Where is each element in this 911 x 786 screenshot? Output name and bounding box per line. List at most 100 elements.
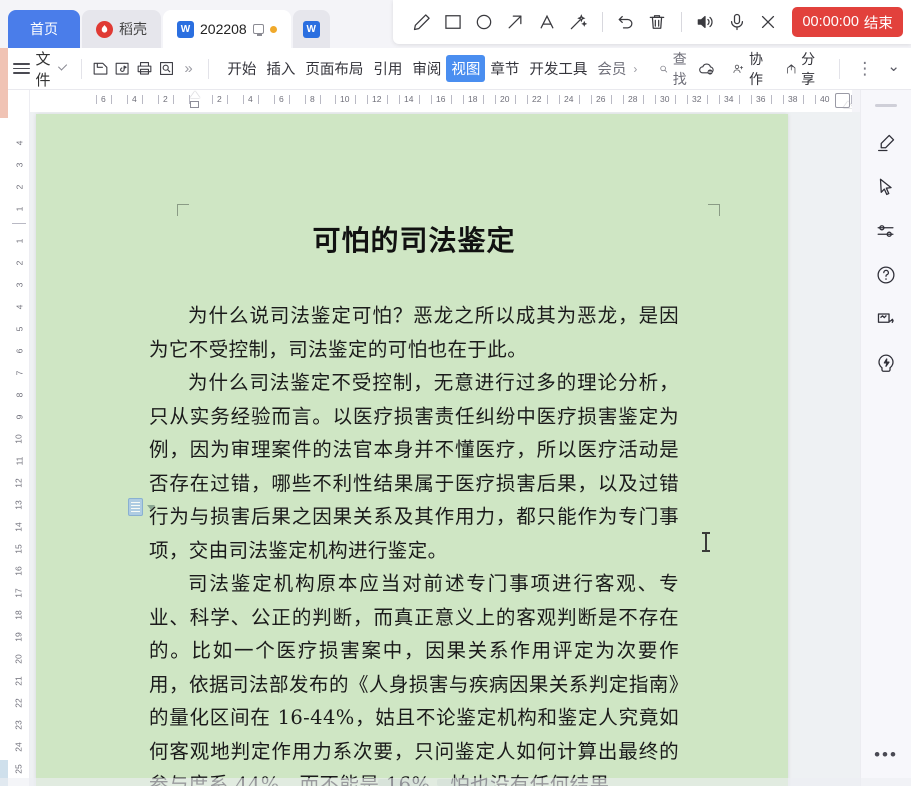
ribbon-tab-start[interactable]: 开始 <box>222 55 261 82</box>
document-paragraph-2: 为什么司法鉴定不受控制，无意进行过多的理论分析，只从实务经验而言。以医疗损害责任… <box>149 371 679 562</box>
tab-home-label: 首页 <box>30 21 58 37</box>
unsaved-dot-icon <box>269 25 277 33</box>
ribbon-tab-insert[interactable]: 插入 <box>261 55 300 82</box>
desktop-taskbar <box>0 778 911 786</box>
more-dots-icon[interactable]: ••• <box>866 738 906 772</box>
ruler-ticks: 6 4 2 2 4 6 8 10 12 14 16 18 20 22 24 26… <box>22 90 852 112</box>
ribbon-tab-member[interactable]: 会员 <box>592 55 631 82</box>
ribbon-tab-developer[interactable]: 开发工具 <box>524 55 592 82</box>
recording-stop-label: 结束 <box>863 15 893 32</box>
monitor-icon <box>252 24 264 36</box>
save-icon[interactable] <box>90 54 112 84</box>
ellipse-icon[interactable] <box>470 5 499 39</box>
arrow-icon[interactable] <box>501 5 530 39</box>
tab-document-label: 202208 <box>200 21 247 37</box>
help-icon[interactable] <box>866 255 906 295</box>
sliders-icon[interactable] <box>866 211 906 251</box>
paste-document-icon <box>128 498 143 516</box>
first-line-indent-marker[interactable] <box>190 91 200 98</box>
taskbar-item[interactable] <box>437 779 495 786</box>
ribbon-tab-layout[interactable]: 页面布局 <box>300 55 368 82</box>
collaborate-text: 协作 <box>749 50 763 87</box>
wps-writer-window: 首页 稻壳 W 202208 W 00:00:00 结束 文件 » 开始 插入 … <box>0 0 911 786</box>
tab-daoke-label: 稻壳 <box>119 21 147 37</box>
margin-corner-top-left <box>177 204 189 216</box>
recording-timer-stop-button[interactable]: 00:00:00 结束 <box>792 7 903 37</box>
menu-icon[interactable] <box>8 60 35 77</box>
find-button[interactable]: 查找 <box>659 49 691 89</box>
menu-bar: 文件 » 开始 插入 页面布局 引用 审阅 视图 章节 开发工具 会员 › 查找… <box>8 48 911 90</box>
search-icon <box>660 65 668 72</box>
text-icon[interactable] <box>532 5 561 39</box>
vertical-ruler-ticks: 4 3 2 1 1 2 3 4 5 6 7 8 9 10 11 12 13 14… <box>12 140 26 774</box>
ribbon-tab-reference[interactable]: 引用 <box>368 55 407 82</box>
show-ruler-toggle-icon[interactable] <box>835 93 850 108</box>
ribbon-tab-section[interactable]: 章节 <box>485 55 524 82</box>
file-menu-button[interactable]: 文件 <box>35 48 73 90</box>
daoke-icon <box>96 20 113 38</box>
ribbon-tab-review[interactable]: 审阅 <box>407 55 446 82</box>
share-label: 分享 <box>801 50 816 87</box>
chevron-down-icon <box>147 504 155 510</box>
quick-access-more-icon[interactable]: » <box>177 60 199 77</box>
flash-idea-icon[interactable] <box>866 343 906 383</box>
tab-document-202208[interactable]: W 202208 <box>163 10 291 48</box>
rectangle-icon[interactable] <box>438 5 467 39</box>
document-title: 可怕的司法鉴定 <box>312 224 516 257</box>
margin-corner-top-right <box>708 204 720 216</box>
highlight-pen-icon[interactable] <box>866 123 906 163</box>
left-indent-marker[interactable] <box>190 101 199 108</box>
screen-recorder-annotation-toolbar: 00:00:00 结束 <box>393 0 911 44</box>
menu-divider <box>838 58 840 79</box>
print-preview-icon[interactable] <box>155 54 177 84</box>
menu-divider <box>80 58 82 79</box>
menu-right-actions: 分享 协作 分享 ⋮ ⌄ <box>691 45 911 93</box>
file-menu-label: 文件 <box>35 50 51 89</box>
screenshot-icon[interactable] <box>866 299 906 339</box>
print-icon[interactable] <box>134 54 156 84</box>
sidebar-collapse-handle[interactable] <box>875 104 897 107</box>
pen-icon[interactable] <box>407 5 436 39</box>
vertical-ruler[interactable]: 4 3 2 1 1 2 3 4 5 6 7 8 9 10 11 12 13 14… <box>8 90 30 786</box>
ribbon-overflow-icon[interactable]: › <box>631 62 641 76</box>
tab-list: 首页 稻壳 W 202208 W <box>8 0 332 48</box>
toolbar-divider <box>601 12 603 32</box>
paste-options-icon[interactable] <box>128 498 155 516</box>
undo-icon[interactable] <box>611 5 640 39</box>
document-canvas[interactable]: 可怕的司法鉴定 为什么说司法鉴定可怕？恶龙之所以成其为恶龙，是因为它不受控制，司… <box>30 112 866 786</box>
ribbon-tab-view[interactable]: 视图 <box>446 55 486 82</box>
tab-daoke[interactable]: 稻壳 <box>82 10 161 48</box>
collaborate-button[interactable]: 分享 协作 <box>726 45 774 93</box>
document-page[interactable]: 可怕的司法鉴定 为什么说司法鉴定可怕？恶龙之所以成其为恶龙，是因为它不受控制，司… <box>36 114 788 786</box>
tab-document-other[interactable]: W <box>292 10 330 48</box>
close-icon[interactable] <box>753 5 782 39</box>
recording-timer: 00:00:00 <box>802 14 859 30</box>
microphone-icon[interactable] <box>722 5 751 39</box>
share-button[interactable]: 分享 <box>779 45 827 93</box>
right-tool-sidebar: ••• <box>860 90 911 786</box>
wps-writer-icon: W <box>177 20 194 38</box>
collapse-ribbon-icon[interactable]: ⌄ <box>882 59 905 79</box>
speaker-icon[interactable] <box>691 5 720 39</box>
ribbon-tab-list: 开始 插入 页面布局 引用 审阅 视图 章节 开发工具 会员 › <box>222 55 641 82</box>
find-label: 查找 <box>672 50 687 87</box>
document-body[interactable]: 可怕的司法鉴定 为什么说司法鉴定可怕？恶龙之所以成其为恶龙，是因为它不受控制，司… <box>149 219 679 786</box>
menu-divider <box>207 58 209 79</box>
chevron-down-icon <box>57 60 67 71</box>
more-options-icon[interactable]: ⋮ <box>851 58 878 79</box>
select-cursor-icon[interactable] <box>866 167 906 207</box>
tab-home[interactable]: 首页 <box>8 10 80 48</box>
magic-wand-icon[interactable] <box>563 5 592 39</box>
document-paragraph-1: 为什么说司法鉴定可怕？恶龙之所以成其为恶龙，是因为它不受控制，司法鉴定的可怕也在… <box>149 304 679 361</box>
save-as-icon[interactable] <box>112 54 134 84</box>
document-paragraph-3: 司法鉴定机构原本应当对前述专门事项进行客观、专业、科学、公正的判断，而真正意义上… <box>149 572 679 786</box>
cloud-sync-icon[interactable] <box>691 55 722 82</box>
toolbar-divider <box>680 12 682 32</box>
wps-writer-icon: W <box>302 20 320 38</box>
add-user-icon <box>733 64 744 73</box>
background-window-strip <box>0 0 8 786</box>
trash-icon[interactable] <box>643 5 672 39</box>
taskbar-item[interactable] <box>378 779 426 786</box>
horizontal-ruler[interactable]: 6 4 2 2 4 6 8 10 12 14 16 18 20 22 24 26… <box>22 90 852 112</box>
tab-bar: 首页 稻壳 W 202208 W 00:00:00 结束 <box>0 0 911 48</box>
